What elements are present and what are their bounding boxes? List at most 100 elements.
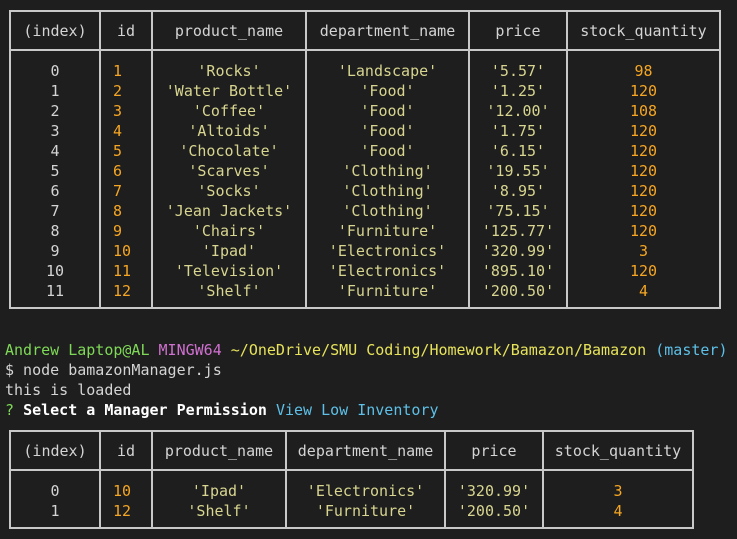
bottom-cell	[444, 521, 544, 528]
question-mark: ?	[5, 401, 15, 419]
table-bottom-row	[9, 521, 694, 528]
prompt-user-host: Andrew Laptop@AL	[5, 341, 150, 359]
cell-stock-quantity: 120	[566, 121, 721, 141]
cell-id: 10	[99, 481, 153, 501]
cell-price: '320.99'	[444, 481, 544, 501]
output-line: this is loaded	[5, 381, 132, 399]
cell-id: 10	[99, 241, 153, 261]
table-header-row: (index) id product_name department_name …	[9, 431, 694, 471]
cell-department-name: 'Clothing'	[305, 161, 470, 181]
bottom-cell	[566, 301, 721, 308]
prompt-path: ~/OneDrive/SMU Coding/Homework/Bamazon/B…	[230, 341, 647, 359]
cell-index: 1	[9, 81, 101, 101]
spacer-cell	[285, 470, 446, 481]
cell-department-name: 'Food'	[305, 141, 470, 161]
table-row: 0 10 'Ipad' 'Electronics' '320.99' 3	[9, 481, 694, 501]
header-department-name: department_name	[305, 11, 470, 51]
cell-stock-quantity: 98	[566, 61, 721, 81]
inquirer-question: ? Select a Manager Permission View Low I…	[5, 400, 439, 420]
cell-stock-quantity: 4	[566, 281, 721, 301]
cell-id: 3	[99, 101, 153, 121]
cell-id: 6	[99, 161, 153, 181]
bottom-cell	[468, 301, 568, 308]
bottom-cell	[9, 521, 101, 528]
cell-index: 3	[9, 121, 101, 141]
cell-department-name: 'Landscape'	[305, 61, 470, 81]
cell-index: 2	[9, 101, 101, 121]
cell-price: '12.00'	[468, 101, 568, 121]
command-line: $ node bamazonManager.js	[5, 361, 222, 379]
header-price: price	[468, 11, 568, 51]
bottom-cell	[151, 521, 287, 528]
cell-price: '1.25'	[468, 81, 568, 101]
question-answer: View Low Inventory	[275, 401, 439, 419]
question-text: Select a Manager Permission	[23, 401, 267, 419]
header-id: id	[99, 11, 153, 51]
cell-index: 6	[9, 181, 101, 201]
cell-product-name: 'Water Bottle'	[151, 81, 307, 101]
table-body: 0 1 'Rocks' 'Landscape' '5.57' 98 1 2 'Water Bot…	[9, 50, 721, 308]
header-stock-quantity: stock_quantity	[542, 431, 694, 471]
spacer-cell	[305, 50, 470, 61]
cell-product-name: 'Television'	[151, 261, 307, 281]
cell-product-name: 'Chairs'	[151, 221, 307, 241]
cell-product-name: 'Ipad'	[151, 481, 287, 501]
cell-product-name: 'Scarves'	[151, 161, 307, 181]
table-row: 3 4 'Altoids' 'Food' '1.75' 120	[9, 121, 721, 141]
table-spacer-row	[9, 470, 694, 481]
table-row: 4 5 'Chocolate' 'Food' '6.15' 120	[9, 141, 721, 161]
cell-department-name: 'Food'	[305, 81, 470, 101]
cell-price: '75.15'	[468, 201, 568, 221]
cell-stock-quantity: 120	[566, 261, 721, 281]
table-row: 2 3 'Coffee' 'Food' '12.00' 108	[9, 101, 721, 121]
spacer-cell	[9, 470, 101, 481]
cell-price: '5.57'	[468, 61, 568, 81]
cell-price: '6.15'	[468, 141, 568, 161]
cell-department-name: 'Clothing'	[305, 201, 470, 221]
cell-id: 4	[99, 121, 153, 141]
cell-id: 11	[99, 261, 153, 281]
cell-index: 0	[9, 61, 101, 81]
cell-department-name: 'Furniture'	[285, 501, 446, 521]
cell-department-name: 'Furniture'	[305, 221, 470, 241]
cell-product-name: 'Rocks'	[151, 61, 307, 81]
cell-id: 5	[99, 141, 153, 161]
cell-id: 7	[99, 181, 153, 201]
cell-department-name: 'Food'	[305, 101, 470, 121]
table-row: 5 6 'Scarves' 'Clothing' '19.55' 120	[9, 161, 721, 181]
spacer-cell	[9, 50, 101, 61]
bottom-cell	[151, 301, 307, 308]
cell-product-name: 'Shelf'	[151, 281, 307, 301]
header-product-name: product_name	[151, 431, 287, 471]
cell-index: 1	[9, 501, 101, 521]
low-inventory-table: (index) id product_name department_name …	[9, 430, 694, 529]
products-table: (index) id product_name department_name …	[9, 10, 721, 309]
table-row: 1 12 'Shelf' 'Furniture' '200.50' 4	[9, 501, 694, 521]
bottom-cell	[542, 521, 694, 528]
header-index: (index)	[9, 431, 101, 471]
cell-index: 9	[9, 241, 101, 261]
prompt-system: MINGW64	[158, 341, 222, 359]
cell-department-name: 'Electronics'	[305, 261, 470, 281]
spacer-cell	[542, 470, 694, 481]
cell-price: '8.95'	[468, 181, 568, 201]
cell-stock-quantity: 120	[566, 81, 721, 101]
spacer-cell	[99, 470, 153, 481]
header-stock-quantity: stock_quantity	[566, 11, 721, 51]
cell-stock-quantity: 120	[566, 181, 721, 201]
bottom-cell	[285, 521, 446, 528]
spacer-cell	[566, 50, 721, 61]
cell-product-name: 'Jean Jackets'	[151, 201, 307, 221]
table-row: 9 10 'Ipad' 'Electronics' '320.99' 3	[9, 241, 721, 261]
bottom-cell	[9, 301, 101, 308]
cell-index: 7	[9, 201, 101, 221]
cell-index: 10	[9, 261, 101, 281]
shell-prompt: Andrew Laptop@AL MINGW64 ~/OneDrive/SMU …	[5, 340, 727, 360]
spacer-cell	[151, 470, 287, 481]
cell-department-name: 'Clothing'	[305, 181, 470, 201]
table-row: 6 7 'Socks' 'Clothing' '8.95' 120	[9, 181, 721, 201]
cell-index: 8	[9, 221, 101, 241]
cell-index: 0	[9, 481, 101, 501]
cell-stock-quantity: 120	[566, 201, 721, 221]
table-row: 8 9 'Chairs' 'Furniture' '125.77' 120	[9, 221, 721, 241]
